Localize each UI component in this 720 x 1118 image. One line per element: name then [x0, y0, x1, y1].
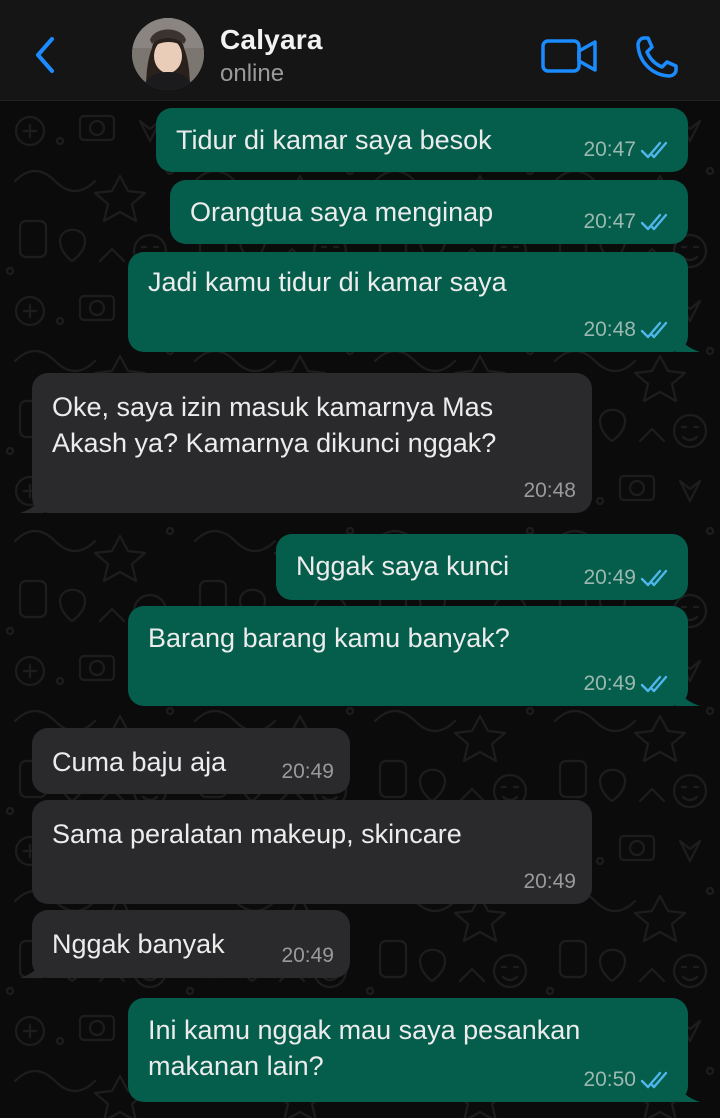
incoming-message[interactable]: Sama peralatan makeup, skincare 20:49: [32, 800, 592, 904]
bubble-tail: [676, 330, 700, 352]
message-time: 20:49: [281, 760, 334, 783]
contact-name[interactable]: Calyara: [220, 24, 323, 56]
message-time: 20:49: [523, 870, 576, 893]
message-meta: 20:47: [583, 138, 674, 162]
message-text: Nggak saya kunci: [296, 551, 510, 581]
avatar[interactable]: [132, 18, 204, 90]
bubble-tail: [20, 956, 44, 978]
message-meta: 20:48: [583, 318, 674, 342]
outgoing-message[interactable]: Tidur di kamar saya besok 20:47: [156, 108, 688, 172]
bubble-tail: [676, 1080, 700, 1102]
message-text: Orangtua saya menginap: [190, 197, 494, 227]
double-check-icon: [640, 213, 668, 231]
double-check-icon: [640, 1071, 668, 1089]
message-meta: 20:47: [583, 210, 674, 234]
message-text: Ini kamu nggak mau saya pesankan makanan…: [148, 1015, 581, 1081]
message-text: Sama peralatan makeup, skincare: [52, 819, 462, 849]
message-time: 20:47: [583, 210, 636, 233]
incoming-message[interactable]: Oke, saya izin masuk kamarnya Mas Akash …: [20, 373, 592, 513]
back-button[interactable]: [24, 30, 64, 80]
message-meta: 20:49: [523, 870, 576, 894]
video-call-button[interactable]: [540, 36, 600, 76]
message-time: 20:48: [583, 318, 636, 341]
video-camera-icon: [541, 39, 597, 73]
outgoing-message[interactable]: Jadi kamu tidur di kamar saya 20:48: [128, 252, 700, 352]
message-meta: 20:48: [523, 479, 576, 503]
message-meta: 20:50: [583, 1068, 674, 1092]
message-meta: 20:49: [281, 760, 334, 784]
outgoing-message[interactable]: Orangtua saya menginap 20:47: [170, 180, 688, 244]
message-list[interactable]: Tidur di kamar saya besok 20:47 Orangtua…: [0, 101, 720, 1118]
incoming-message[interactable]: Cuma baju aja 20:49: [32, 728, 350, 794]
voice-call-button[interactable]: [632, 32, 682, 82]
outgoing-message[interactable]: Ini kamu nggak mau saya pesankan makanan…: [128, 998, 700, 1102]
avatar-image: [132, 18, 204, 90]
double-check-icon: [640, 321, 668, 339]
double-check-icon: [640, 569, 668, 587]
message-meta: 20:49: [281, 944, 334, 968]
message-time: 20:48: [523, 479, 576, 502]
message-meta: 20:49: [583, 672, 674, 696]
message-time: 20:49: [583, 566, 636, 589]
chat-header: Calyara online: [0, 0, 720, 101]
message-text: Oke, saya izin masuk kamarnya Mas Akash …: [52, 392, 497, 458]
bubble-tail: [676, 684, 700, 706]
chevron-left-icon: [36, 37, 54, 73]
outgoing-message[interactable]: Barang barang kamu banyak? 20:49: [128, 606, 700, 706]
message-meta: 20:49: [583, 566, 674, 590]
message-text: Barang barang kamu banyak?: [148, 623, 510, 653]
message-text: Nggak banyak: [52, 929, 225, 959]
double-check-icon: [640, 141, 668, 159]
incoming-message[interactable]: Nggak banyak 20:49: [20, 910, 350, 978]
outgoing-message[interactable]: Nggak saya kunci 20:49: [276, 534, 688, 600]
double-check-icon: [640, 675, 668, 693]
message-time: 20:49: [281, 944, 334, 967]
contact-status: online: [220, 60, 285, 87]
bubble-tail: [20, 491, 44, 513]
phone-icon: [636, 36, 678, 78]
message-time: 20:49: [583, 672, 636, 695]
message-time: 20:47: [583, 138, 636, 161]
message-text: Jadi kamu tidur di kamar saya: [148, 267, 507, 297]
message-time: 20:50: [583, 1068, 636, 1091]
message-text: Tidur di kamar saya besok: [176, 125, 492, 155]
message-text: Cuma baju aja: [52, 747, 227, 777]
